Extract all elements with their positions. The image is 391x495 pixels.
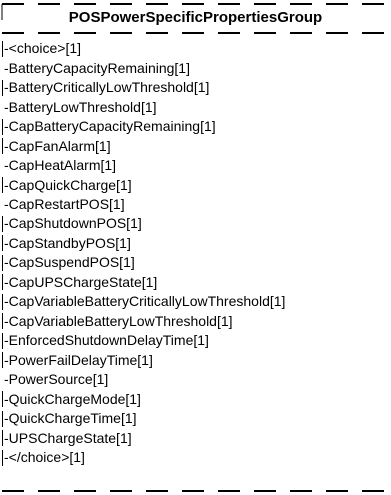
member-item: -PowerSource[1] [2, 370, 285, 389]
member-connector-tick [2, 138, 3, 155]
member-connector-tick [2, 430, 3, 447]
member-label: -QuickChargeTime[1] [4, 410, 137, 427]
member-label: -CapUPSChargeState[1] [4, 273, 158, 290]
member-label: -CapHeatAlarm[1] [4, 157, 117, 174]
member-label: -BatteryCapacityRemaining[1] [4, 59, 190, 76]
member-item: -UPSChargeState[1] [2, 428, 285, 447]
member-label: -CapQuickCharge[1] [4, 176, 132, 193]
member-connector-tick [2, 79, 3, 96]
member-connector-tick [2, 60, 3, 76]
member-connector-tick [2, 196, 3, 212]
member-connector-tick [2, 254, 3, 271]
member-connector-tick [2, 391, 3, 408]
member-item: -CapQuickCharge[1] [2, 175, 285, 194]
member-label: -EnforcedShutdownDelayTime[1] [4, 332, 209, 349]
member-label: -PowerSource[1] [4, 371, 109, 388]
member-label: -CapBatteryCapacityRemaining[1] [4, 118, 216, 135]
member-item: -CapHeatAlarm[1] [2, 156, 285, 175]
member-label: -CapSuspendPOS[1] [4, 254, 135, 271]
member-item: -</choice>[1] [2, 448, 285, 467]
group-title: POSPowerSpecificPropertiesGroup [68, 9, 323, 26]
member-connector-tick [2, 352, 3, 369]
member-item: -CapShutdownPOS[1] [2, 214, 285, 233]
member-connector-tick [2, 274, 3, 291]
member-label: -CapShutdownPOS[1] [4, 215, 142, 232]
member-label: -CapStandbyPOS[1] [4, 234, 131, 251]
member-connector-tick [2, 158, 3, 174]
member-item: -QuickChargeMode[1] [2, 389, 285, 408]
member-label: -CapVariableBatteryLowThreshold[1] [4, 312, 233, 329]
member-connector-tick [2, 177, 3, 194]
member-item: -CapSuspendPOS[1] [2, 253, 285, 272]
member-label: -BatteryLowThreshold[1] [4, 98, 157, 115]
member-label: -CapFanAlarm[1] [4, 137, 111, 154]
member-connector-tick [2, 99, 3, 115]
member-connector-tick [2, 332, 3, 349]
member-item: -CapVariableBatteryLowThreshold[1] [2, 312, 285, 331]
member-item: -EnforcedShutdownDelayTime[1] [2, 331, 285, 350]
member-item: -CapFanAlarm[1] [2, 136, 285, 155]
member-connector-tick [2, 449, 3, 466]
member-connector-tick [2, 410, 3, 427]
member-item: -CapVariableBatteryCriticallyLowThreshol… [2, 292, 285, 311]
member-item: -CapRestartPOS[1] [2, 195, 285, 214]
group-box: POSPowerSpecificPropertiesGroup -<choice… [0, 0, 391, 495]
member-item: -BatteryCapacityRemaining[1] [2, 58, 285, 77]
member-item: -BatteryLowThreshold[1] [2, 97, 285, 116]
member-item: -QuickChargeTime[1] [2, 409, 285, 428]
member-list: -<choice>[1] -BatteryCapacityRemaining[1]… [2, 39, 285, 467]
member-label: -CapVariableBatteryCriticallyLowThreshol… [4, 293, 286, 310]
member-item: -PowerFailDelayTime[1] [2, 351, 285, 370]
member-connector-tick [2, 118, 3, 135]
member-label: -BatteryCriticallyLowThreshold[1] [4, 79, 210, 96]
member-item: -BatteryCriticallyLowThreshold[1] [2, 78, 285, 97]
member-connector-tick [2, 235, 3, 252]
member-label: -</choice>[1] [4, 449, 85, 466]
member-connector-tick [2, 215, 3, 232]
member-item: -<choice>[1] [2, 39, 285, 58]
member-label: -QuickChargeMode[1] [4, 390, 141, 407]
member-label: -UPSChargeState[1] [4, 429, 132, 446]
member-item: -CapBatteryCapacityRemaining[1] [2, 117, 285, 136]
member-connector-tick [2, 293, 3, 310]
member-label: -PowerFailDelayTime[1] [4, 351, 153, 368]
member-label: -CapRestartPOS[1] [4, 195, 125, 212]
member-connector-tick [2, 40, 3, 57]
member-connector-tick [2, 313, 3, 330]
member-item: -CapUPSChargeState[1] [2, 273, 285, 292]
member-label: -<choice>[1] [4, 40, 82, 57]
member-item: -CapStandbyPOS[1] [2, 234, 285, 253]
member-connector-tick [2, 372, 3, 388]
